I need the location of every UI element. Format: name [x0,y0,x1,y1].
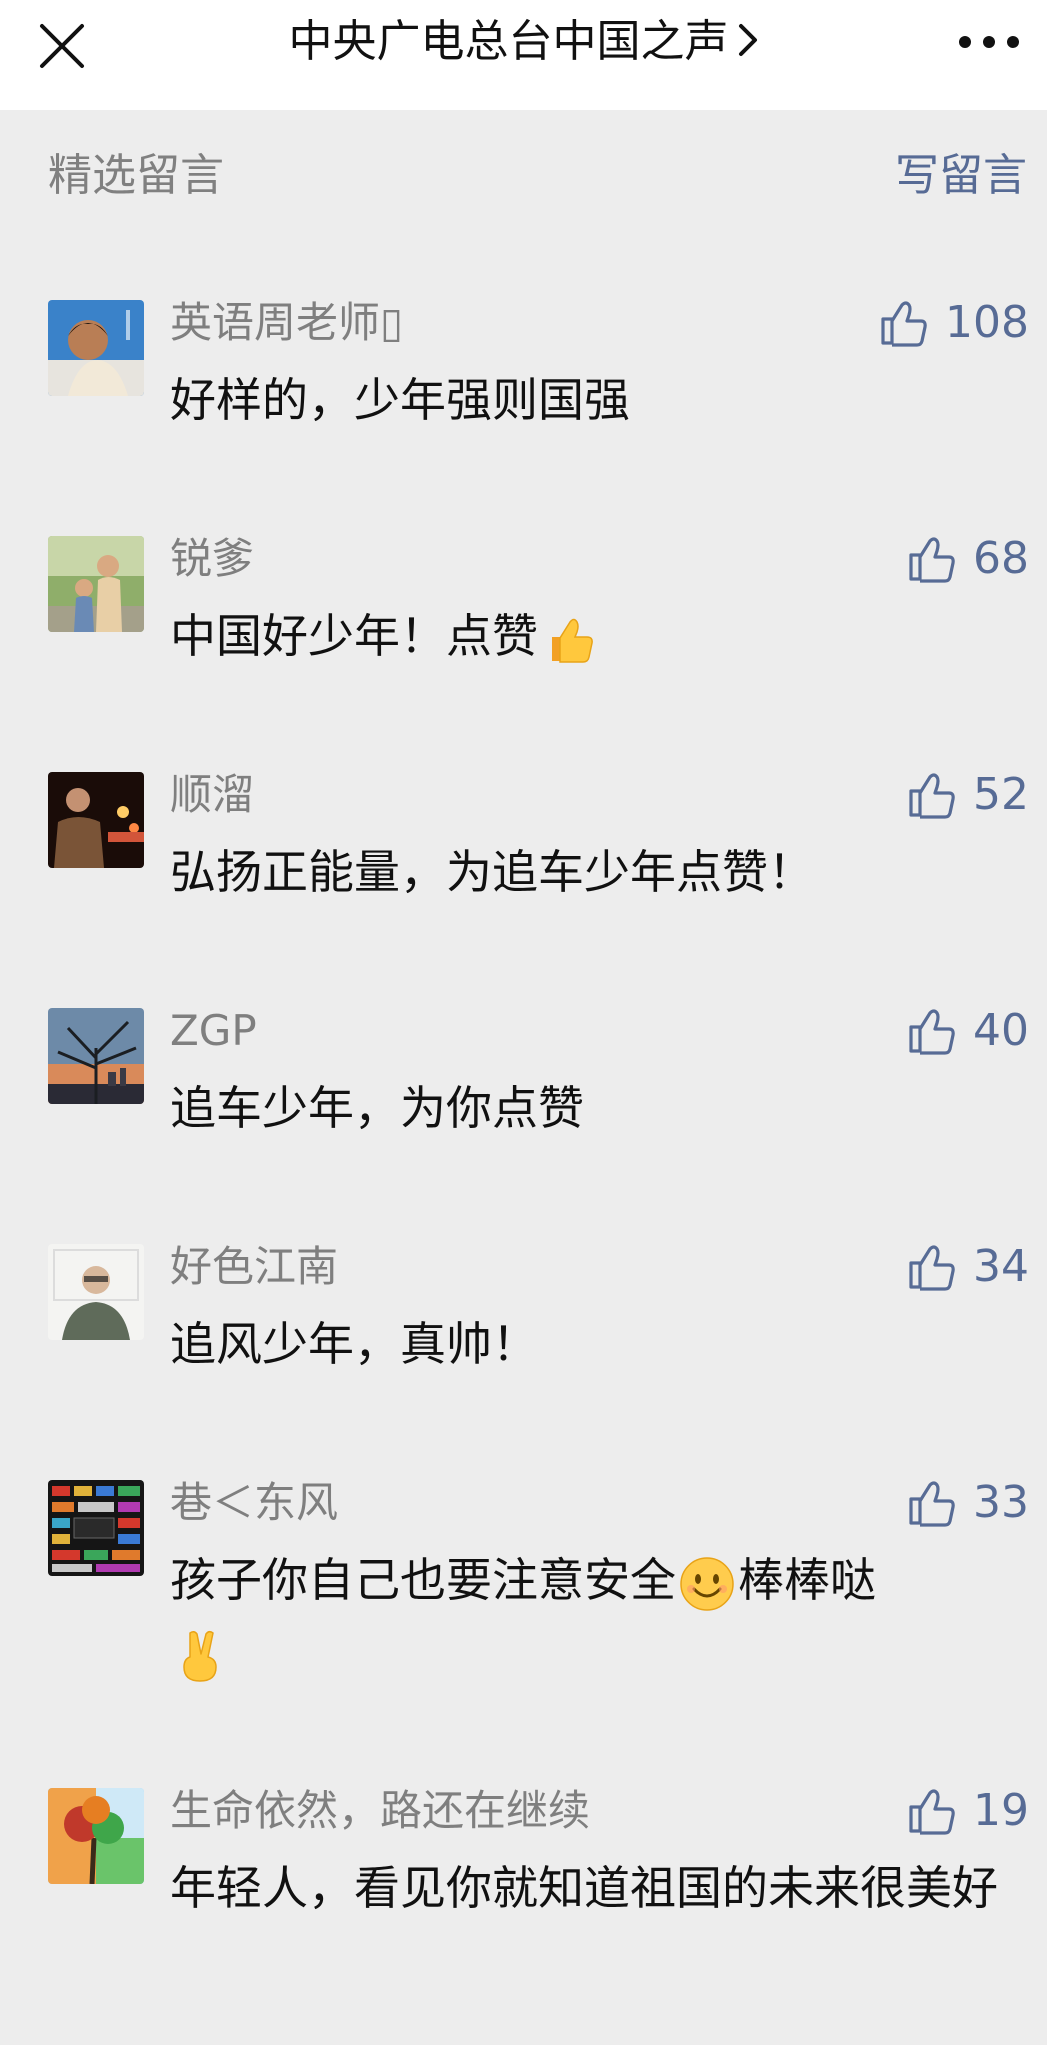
nickname: ZGP [170,1006,257,1055]
avatar[interactable] [48,1008,144,1104]
thumbs-up-icon [909,1481,955,1527]
like-button[interactable]: 19 [907,1782,1029,1840]
comments-section-header: 精选留言 写留言 [0,110,1047,240]
chevron-right-icon [737,14,759,74]
like-button[interactable]: 34 [907,1238,1029,1296]
like-button[interactable]: 40 [907,1002,1029,1060]
like-count: 52 [973,769,1029,820]
thumbs-up-icon [909,1245,955,1291]
comment-text: 追风少年，真帅！ [170,1317,538,1371]
thumbs-up-icon [909,537,955,583]
smile-emoji [680,1556,734,1611]
comment-item: 生命依然，路还在继续 19 年轻人，看见你就知道祖国的未来很美好 [0,1768,1047,2004]
thumbs-up-icon [909,1009,955,1055]
nickname: 英语周老师▯ [170,298,404,347]
comment-text: 追车少年，为你点赞 [170,1081,584,1135]
like-button[interactable]: 33 [907,1474,1029,1532]
like-button[interactable]: 108 [879,294,1029,352]
nickname: 生命依然，路还在继续 [170,1786,591,1835]
comment-item: 巷＜东风 33 孩子你自己也要注意安全 棒棒哒 [0,1460,1047,1768]
comment-item: 锐爹 68 中国好少年！点赞 [0,516,1047,752]
like-count: 34 [973,1241,1029,1292]
comment-text: 孩子你自己也要注意安全 棒棒哒 [170,1544,1010,1688]
thumbs-up-icon [909,773,955,819]
write-comment-link[interactable]: 写留言 [895,146,1027,206]
comment-text-content: 中国好少年！点赞 [170,609,538,663]
thumbs-up-icon [909,1789,955,1835]
avatar[interactable] [48,300,144,396]
comment-text: 好样的，少年强则国强 [170,373,630,427]
nickname: 巷＜东风 [170,1478,339,1527]
like-button[interactable]: 68 [907,530,1029,588]
top-bar: 中央广电总台中国之声 [0,0,1047,110]
account-title-text[interactable]: 中央广电总台中国之声 [289,16,729,67]
comment-text: 年轻人，看见你就知道祖国的未来很美好 [170,1861,998,1915]
like-count: 108 [945,297,1029,348]
nickname: 顺溜 [170,770,255,819]
like-count: 68 [973,533,1029,584]
victory-hand-emoji [183,1630,217,1682]
more-icon[interactable] [949,14,1029,70]
comment-item: 英语周老师▯ 108 好样的，少年强则国强 [0,280,1047,516]
avatar[interactable] [48,536,144,632]
like-button[interactable]: 52 [907,766,1029,824]
comment-item: 好色江南 34 追风少年，真帅！ [0,1224,1047,1460]
comment-list: 英语周老师▯ 108 好样的，少年强则国强 锐爹 68 中国好少年！点赞 顺溜 … [0,280,1047,2004]
nickname: 好色江南 [170,1242,339,1291]
nickname: 锐爹 [170,534,255,583]
comment-text: 中国好少年！点赞 [170,600,1010,672]
comment-text-part2: 棒棒哒 [738,1553,876,1607]
avatar[interactable] [48,1788,144,1884]
avatar[interactable] [48,1244,144,1340]
comment-item: 顺溜 52 弘扬正能量，为追车少年点赞！ [0,752,1047,988]
avatar[interactable] [48,772,144,868]
thumbs-up-icon [881,301,927,347]
thumbs-up-emoji [552,618,593,663]
like-count: 33 [973,1477,1029,1528]
comment-item: ZGP 40 追车少年，为你点赞 [0,988,1047,1224]
comment-text-part1: 孩子你自己也要注意安全 [170,1553,676,1607]
avatar[interactable] [48,1480,144,1576]
account-title[interactable]: 中央广电总台中国之声 [0,12,1047,72]
section-title: 精选留言 [48,150,224,201]
like-count: 40 [973,1005,1029,1056]
like-count: 19 [973,1785,1029,1836]
comment-text: 弘扬正能量，为追车少年点赞！ [170,845,814,899]
